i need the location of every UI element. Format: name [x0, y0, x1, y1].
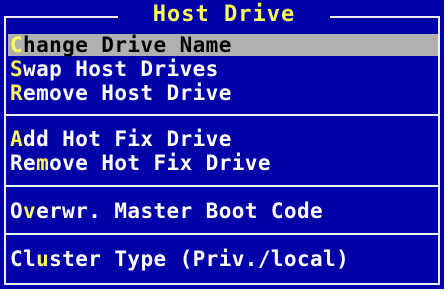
menu-item-swap-host-drives[interactable]: Swap Host Drives	[10, 58, 219, 80]
menu-item-label: dd Hot Fix Drive	[23, 127, 232, 151]
hotkey-letter: m	[36, 151, 50, 175]
hotkey-letter: R	[10, 81, 24, 105]
menu-item-label: emove Host Drive	[23, 81, 232, 105]
menu-item-label: ster Type (Priv./local)	[49, 247, 350, 271]
menu-item-label: wap Host Drives	[23, 57, 219, 81]
hotkey-letter: A	[10, 127, 24, 151]
menu-frame-left	[4, 16, 6, 285]
menu-separator	[6, 114, 438, 116]
menu-item-change-drive-name[interactable]: Change Drive Name	[8, 34, 438, 56]
host-drive-menu: Host Drive Change Drive Name Swap Host D…	[0, 0, 444, 289]
hotkey-letter: S	[10, 57, 24, 81]
menu-item-remove-host-drive[interactable]: Remove Host Drive	[10, 82, 232, 104]
hotkey-letter: C	[10, 33, 24, 57]
menu-title: Host Drive	[152, 2, 296, 27]
menu-item-label: erwr. Master Boot Code	[36, 199, 324, 223]
menu-frame-top-right	[330, 16, 440, 18]
hotkey-letter: v	[23, 199, 37, 223]
menu-separator	[6, 233, 438, 235]
hotkey-letter: u	[36, 247, 50, 271]
menu-item-label-prefix: O	[10, 199, 24, 223]
menu-item-label: hange Drive Name	[23, 33, 232, 57]
menu-item-cluster-type[interactable]: Cluster Type (Priv./local)	[10, 248, 349, 270]
menu-item-add-hot-fix-drive[interactable]: Add Hot Fix Drive	[10, 128, 232, 150]
menu-item-remove-hot-fix-drive[interactable]: Remove Hot Fix Drive	[10, 152, 271, 174]
menu-frame-bottom	[4, 283, 440, 285]
menu-item-label-prefix: Cl	[10, 247, 37, 271]
menu-item-label-prefix: Re	[10, 151, 37, 175]
menu-frame-top-left	[4, 16, 118, 18]
menu-separator	[6, 185, 438, 187]
menu-item-label: ove Hot Fix Drive	[49, 151, 271, 175]
menu-frame-right	[438, 16, 440, 285]
menu-item-overwrite-master-boot-code[interactable]: Overwr. Master Boot Code	[10, 200, 323, 222]
